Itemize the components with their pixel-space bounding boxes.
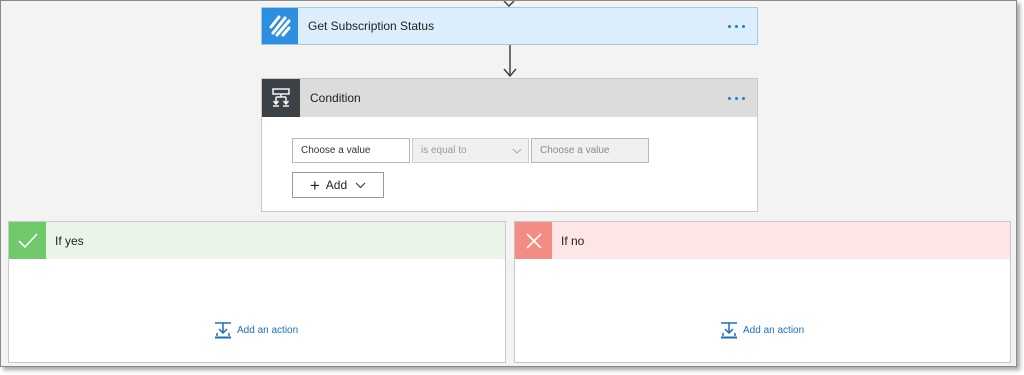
add-action-label: Add an action [743, 324, 805, 336]
condition-step: Condition Choose a value is equal to Cho… [261, 78, 758, 212]
ellipsis-icon[interactable] [721, 16, 751, 36]
subscription-step-title: Get Subscription Status [308, 19, 435, 33]
add-condition-button[interactable]: + Add [292, 172, 384, 198]
subscription-step-header[interactable]: Get Subscription Status [262, 8, 757, 44]
add-action-link-yes[interactable]: Add an action [214, 321, 298, 339]
operator-select[interactable]: is equal to [412, 138, 529, 163]
ellipsis-icon[interactable] [721, 88, 751, 108]
chevron-down-icon [512, 148, 522, 154]
chevron-down-icon [355, 182, 366, 188]
if-yes-header[interactable]: If yes [9, 222, 505, 259]
plus-icon: + [309, 175, 320, 195]
condition-icon [262, 79, 300, 117]
close-icon [515, 222, 552, 259]
if-no-header[interactable]: If no [515, 222, 1010, 259]
subscription-status-step[interactable]: Get Subscription Status [261, 7, 758, 45]
if-no-title: If no [561, 233, 585, 248]
connector-logo-icon [262, 8, 298, 44]
flow-canvas: Get Subscription Status Condition Choose… [0, 0, 1017, 367]
condition-step-title: Condition [310, 91, 361, 105]
right-value-placeholder: Choose a value [540, 145, 610, 156]
add-action-icon [215, 322, 231, 339]
if-yes-branch: If yes Add an action [8, 221, 506, 363]
checkmark-icon [9, 222, 46, 259]
add-button-label: Add [325, 178, 348, 192]
left-value-placeholder: Choose a value [301, 145, 371, 156]
operator-value: is equal to [421, 145, 467, 156]
if-yes-title: If yes [55, 233, 84, 248]
add-action-icon [721, 322, 737, 339]
left-value-input[interactable]: Choose a value [292, 138, 410, 163]
right-value-input[interactable]: Choose a value [531, 138, 649, 163]
condition-step-header[interactable]: Condition [262, 79, 757, 117]
connector-arrow-icon [503, 45, 517, 78]
add-action-label: Add an action [237, 324, 299, 336]
add-action-link-no[interactable]: Add an action [720, 321, 804, 339]
if-no-branch: If no Add an action [514, 221, 1011, 363]
